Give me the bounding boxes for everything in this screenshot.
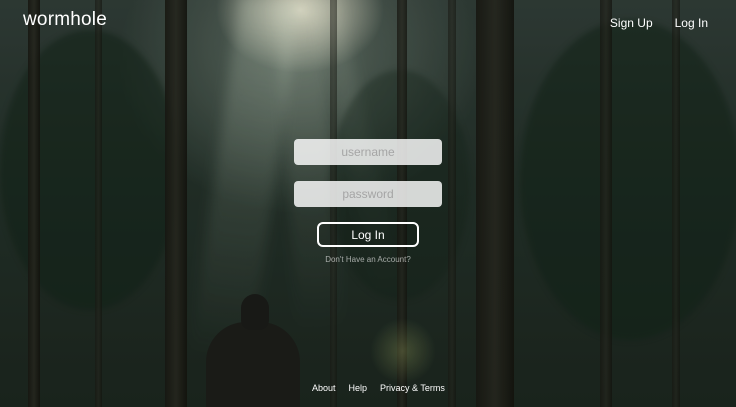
top-nav: Sign Up Log In <box>610 16 708 30</box>
footer-nav: About Help Privacy & Terms <box>312 383 445 393</box>
nav-signup-link[interactable]: Sign Up <box>610 16 653 30</box>
nav-login-link[interactable]: Log In <box>675 16 708 30</box>
password-input[interactable] <box>294 181 442 207</box>
footer-privacy-terms-link[interactable]: Privacy & Terms <box>380 383 445 393</box>
footer-about-link[interactable]: About <box>312 383 336 393</box>
app-logo[interactable]: wormhole <box>23 9 107 31</box>
login-button[interactable]: Log In <box>317 222 419 247</box>
footer-help-link[interactable]: Help <box>349 383 368 393</box>
username-input[interactable] <box>294 139 442 165</box>
signup-prompt-link[interactable]: Don't Have an Account? <box>0 255 736 264</box>
